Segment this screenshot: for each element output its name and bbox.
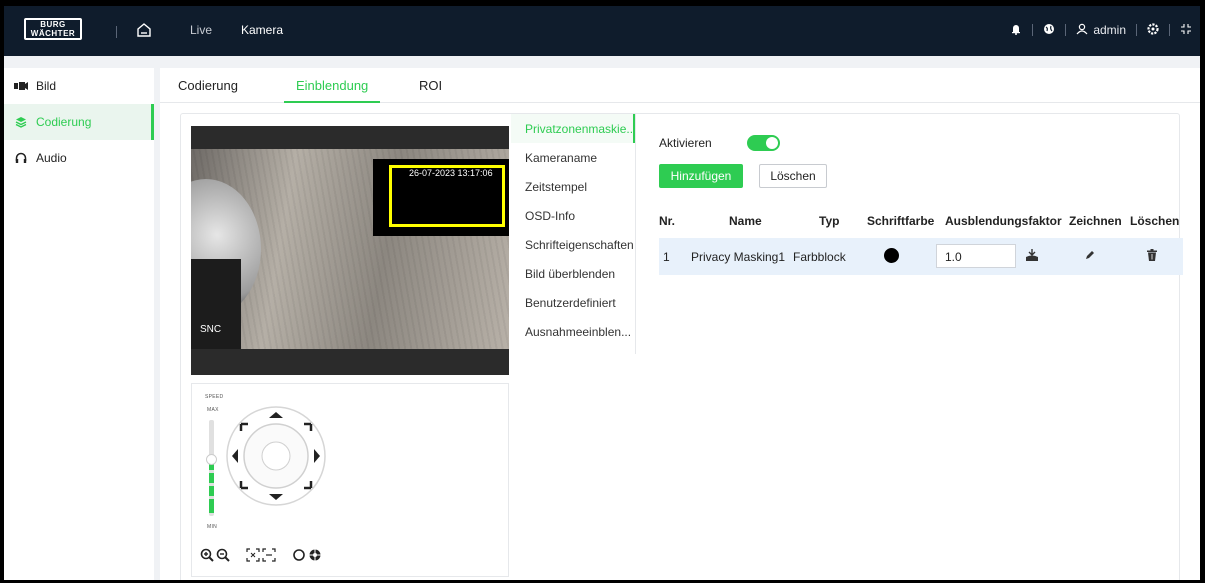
header-font-color: Schriftfarbe [867, 214, 935, 228]
submenu-item-picture-overlay[interactable]: Bild überblenden [511, 259, 635, 288]
speed-slider-fill [209, 486, 214, 496]
nav-live[interactable]: Live [190, 23, 212, 37]
header-draw: Zeichnen [1069, 214, 1122, 228]
focus-near-icon[interactable] [246, 548, 260, 565]
row-typ: Farbblock [793, 250, 846, 264]
delete-button[interactable]: Löschen [759, 164, 827, 188]
divider [116, 26, 117, 38]
header-opacity: Ausblendungsfaktor [945, 214, 1062, 228]
submenu-item-custom[interactable]: Benutzerdefiniert [511, 288, 635, 317]
logo-line-1: BURG [40, 20, 66, 29]
sidebar-item-label: Codierung [36, 115, 92, 129]
table-row[interactable]: 1 Privacy Masking1 Farbblock 1.0 [659, 238, 1183, 275]
iris-close-icon[interactable] [308, 548, 322, 565]
speed-label: SPEED [205, 394, 224, 400]
headphones-icon [14, 152, 28, 164]
speed-slider-handle[interactable] [206, 454, 217, 465]
header-nr: Nr. [659, 214, 676, 228]
globe-icon[interactable] [1043, 23, 1055, 38]
submenu-item-exception-overlay[interactable]: Ausnahmeeinblen... [511, 317, 635, 346]
brand-logo[interactable]: BURG WÄCHTER [24, 18, 82, 40]
camera-icon [14, 80, 28, 92]
header-delete: Löschen [1130, 214, 1180, 228]
tab-codierung[interactable]: Codierung [178, 78, 238, 103]
divider [1136, 24, 1137, 36]
header-typ: Typ [819, 214, 840, 228]
enable-toggle[interactable] [747, 135, 780, 151]
table-header: Nr. Name Typ Schriftfarbe Ausblendungsfa… [659, 204, 1183, 234]
ptz-direction-pad[interactable] [224, 404, 328, 508]
overlay-submenu: Privatzonenmaskie... Kameraname Zeitstem… [511, 114, 636, 354]
tab-einblendung[interactable]: Einblendung [284, 78, 381, 103]
fullscreen-icon[interactable] [1180, 23, 1192, 38]
submenu-item-camera-name[interactable]: Kameraname [511, 143, 635, 172]
top-bar: BURG WÄCHTER Live Kamera admin [4, 6, 1200, 56]
speed-slider-fill [209, 473, 214, 483]
settings-icon[interactable] [1147, 22, 1159, 38]
speed-slider-fill [209, 499, 214, 513]
add-button[interactable]: Hinzufügen [659, 164, 743, 188]
iris-open-icon[interactable] [292, 548, 306, 565]
opacity-stepper-icon[interactable] [1025, 248, 1039, 265]
nav-kamera[interactable]: Kamera [241, 23, 283, 37]
user-menu[interactable]: admin [1076, 23, 1126, 38]
row-name: Privacy Masking1 [691, 250, 786, 264]
submenu-item-osd-info[interactable]: OSD-Info [511, 201, 635, 230]
home-icon[interactable] [134, 20, 154, 40]
sidebar-item-codierung[interactable]: Codierung [4, 104, 154, 140]
submenu-item-font-properties[interactable]: Schrifteigenschaften [511, 230, 635, 259]
video-preview[interactable]: 26-07-2023 13:17:06 SNC [191, 126, 509, 375]
sidebar-item-label: Bild [36, 79, 57, 93]
draw-pencil-icon[interactable] [1084, 249, 1096, 264]
mask-table: Nr. Name Typ Schriftfarbe Ausblendungsfa… [659, 204, 1183, 275]
divider [1169, 24, 1170, 36]
divider [1032, 24, 1034, 36]
speed-max-label: MAX [207, 407, 219, 413]
speed-min-label: MIN [207, 524, 218, 530]
sidebar-item-bild[interactable]: Bild [4, 68, 154, 104]
tab-roi[interactable]: ROI [419, 78, 442, 103]
ptz-buttons [200, 548, 322, 565]
zoom-out-icon[interactable] [216, 548, 230, 565]
ptz-control: SPEED MAX MIN [191, 383, 509, 577]
user-icon [1076, 23, 1088, 38]
submenu-item-privacy-masking[interactable]: Privatzonenmaskie... [511, 114, 635, 143]
sidebar-item-audio[interactable]: Audio [4, 140, 154, 176]
osd-timestamp: 26-07-2023 13:17:06 [409, 168, 493, 178]
top-bar-actions: admin [1010, 20, 1192, 40]
sidebar: Bild Codierung Audio [4, 68, 154, 580]
header-name: Name [729, 214, 762, 228]
submenu-item-timestamp[interactable]: Zeitstempel [511, 172, 635, 201]
layers-icon [14, 116, 28, 128]
settings-panel: 26-07-2023 13:17:06 SNC SPEED MAX MIN Pr… [180, 113, 1183, 580]
username: admin [1093, 23, 1126, 37]
enable-label: Aktivieren [659, 136, 712, 150]
logo-line-2: WÄCHTER [30, 29, 76, 38]
opacity-input[interactable]: 1.0 [936, 244, 1016, 268]
app-window: BURG WÄCHTER Live Kamera admin Bild Codi… [4, 6, 1200, 580]
divider [1065, 24, 1067, 36]
sidebar-item-label: Audio [36, 151, 67, 165]
osd-channel-name: SNC [200, 324, 222, 335]
font-color-swatch[interactable] [884, 248, 899, 263]
delete-trash-icon[interactable] [1147, 249, 1157, 264]
privacy-mask-settings: Aktivieren Hinzufügen Löschen Nr. Name T… [649, 114, 1183, 414]
tab-bar: Codierung Einblendung ROI [160, 68, 1200, 103]
bell-icon[interactable] [1010, 23, 1022, 38]
focus-far-icon[interactable] [262, 548, 276, 565]
zoom-in-icon[interactable] [200, 548, 214, 565]
main-content: 26-07-2023 13:17:06 SNC SPEED MAX MIN Pr… [160, 103, 1200, 580]
row-nr: 1 [663, 250, 670, 264]
